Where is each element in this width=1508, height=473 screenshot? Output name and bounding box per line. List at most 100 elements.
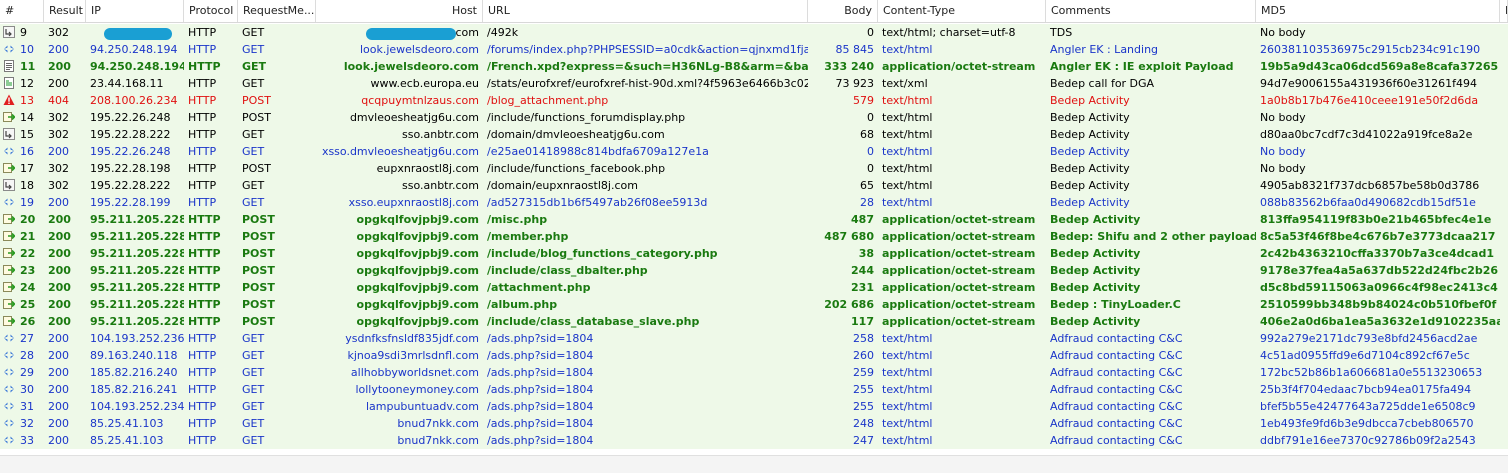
cell-host: xsso.dmvleoesheatjg6u.com xyxy=(321,145,479,158)
cell-body: 0 xyxy=(867,111,874,124)
cell-body: 255 xyxy=(853,400,874,413)
cell-host: look.jewelsdeoro.com xyxy=(359,43,479,56)
cell-num: 19 xyxy=(20,196,34,209)
cell-num: 16 xyxy=(20,145,34,158)
cell-url: /include/functions_forumdisplay.php xyxy=(487,111,686,124)
cell-url: /French.xpd?express=&such=H36NLg-B8&arm=… xyxy=(487,60,808,73)
column-header-host[interactable]: Host xyxy=(316,0,483,22)
cell-method: GET xyxy=(242,145,265,158)
cell-ctype: application/octet-stream xyxy=(882,298,1036,311)
cell-body: 68 xyxy=(860,128,874,141)
cell-result: 302 xyxy=(48,111,69,124)
table-row[interactable]: 10 200 94.250.248.194 HTTP GET look.jewelsdeo… xyxy=(0,41,1508,58)
cell-comments: Adfraud contacting C&C xyxy=(1050,417,1183,430)
cell-ctype: text/html xyxy=(882,162,933,175)
cell-url: /include/class_dbalter.php xyxy=(487,264,648,277)
table-row[interactable]: 28 200 89.163.240.118 HTTP GET kjnoa9sdi3mrls… xyxy=(0,347,1508,364)
column-header-md5[interactable]: MD5 xyxy=(1256,0,1500,22)
cell-result: 200 xyxy=(48,196,69,209)
table-row[interactable]: 27 200 104.193.252.236 HTTP GET ysdnfksfnsldf… xyxy=(0,330,1508,347)
table-row[interactable]: 13 404 208.100.26.234 HTTP POST qcqpuymtnlzau… xyxy=(0,92,1508,109)
table-row[interactable]: 12 200 23.44.168.11 HTTP GET www.ecb.europa.e… xyxy=(0,75,1508,92)
table-row[interactable]: 24 200 95.211.205.228 HTTP POST opgkqlfovjpbj… xyxy=(0,279,1508,296)
cell-body: 260 xyxy=(853,349,874,362)
cell-comments: Bedep Activity xyxy=(1050,179,1130,192)
column-header-body[interactable]: Body xyxy=(808,0,878,22)
column-header-url[interactable]: URL xyxy=(483,0,808,22)
column-header-f[interactable]: F xyxy=(1500,0,1508,22)
cell-result: 200 xyxy=(48,400,69,413)
cell-num: 33 xyxy=(20,434,34,447)
table-row[interactable]: 19 200 195.22.28.199 HTTP GET xsso.eupxnraost… xyxy=(0,194,1508,211)
cell-md5: ddbf791e16ee7370c92786b09f2a2543 xyxy=(1260,434,1476,447)
cell-host: opgkqlfovjpbj9.com xyxy=(356,230,479,243)
cell-protocol: HTTP xyxy=(188,247,221,260)
table-row[interactable]: 22 200 95.211.205.228 HTTP POST opgkqlfovjpbj… xyxy=(0,245,1508,262)
column-header-result[interactable]: Result xyxy=(44,0,86,22)
table-row[interactable]: 29 200 185.82.216.240 HTTP GET allhobbyworlds… xyxy=(0,364,1508,381)
cell-ctype: application/octet-stream xyxy=(882,281,1036,294)
cell-ip: 95.211.205.228 xyxy=(90,247,184,260)
cell-md5: 172bc52b86b1a606681a0e5513230653 xyxy=(1260,366,1483,379)
table-row[interactable]: 17 302 195.22.28.198 HTTP POST eupxnraostl8j.… xyxy=(0,160,1508,177)
cell-host: opgkqlfovjpbj9.com xyxy=(356,213,479,226)
sessions-grid[interactable]: # Result IP Protocol RequestMe... Host URL Body… xyxy=(0,0,1508,473)
cell-host: www.ecb.europa.eu xyxy=(370,77,479,90)
table-row[interactable]: 31 200 104.193.252.234 HTTP GET lampubuntuadv… xyxy=(0,398,1508,415)
post-icon xyxy=(3,315,16,327)
cell-ip: 195.22.28.222 xyxy=(90,179,171,192)
cell-result: 200 xyxy=(48,213,71,226)
cell-protocol: HTTP xyxy=(188,230,221,243)
cell-result: 200 xyxy=(48,298,71,311)
column-header-num[interactable]: # xyxy=(0,0,44,22)
table-row[interactable]: 21 200 95.211.205.228 HTTP POST opgkqlfovjpbj… xyxy=(0,228,1508,245)
post-icon xyxy=(3,264,16,276)
column-header-ip[interactable]: IP xyxy=(86,0,184,22)
cell-md5: 4c51ad0955ffd9e6d7104c892cf67e5c xyxy=(1260,349,1470,362)
table-row[interactable]: 32 200 85.25.41.103 HTTP GET bnud7nkk.com/ads… xyxy=(0,415,1508,432)
html-icon xyxy=(3,434,15,446)
cell-result: 302 xyxy=(48,128,69,141)
cell-result: 200 xyxy=(48,417,69,430)
cell-ip: 195.22.28.199 xyxy=(90,196,171,209)
cell-num: 32 xyxy=(20,417,34,430)
cell-method: POST xyxy=(242,281,275,294)
table-row[interactable]: 9 302 HTTP GET .com/492k 0 text/html; charset=… xyxy=(0,24,1508,41)
cell-num: 23 xyxy=(20,264,36,277)
cell-url: /include/class_database_slave.php xyxy=(487,315,700,328)
table-row[interactable]: 23 200 95.211.205.228 HTTP POST opgkqlfovjpbj… xyxy=(0,262,1508,279)
cell-result: 200 xyxy=(48,247,71,260)
column-header-ctype[interactable]: Content-Type xyxy=(878,0,1046,22)
cell-ip: 94.250.248.194 xyxy=(90,60,184,73)
table-row[interactable]: 25 200 95.211.205.228 HTTP POST opgkqlfovjpbj… xyxy=(0,296,1508,313)
table-row[interactable]: 16 200 195.22.26.248 HTTP GET xsso.dmvleoeshe… xyxy=(0,143,1508,160)
cell-host: lampubuntuadv.com xyxy=(365,400,479,413)
table-row[interactable]: 30 200 185.82.216.241 HTTP GET lollytooneymon… xyxy=(0,381,1508,398)
cell-method: GET xyxy=(242,196,265,209)
table-row[interactable]: 15 302 195.22.28.222 HTTP GET sso.anbtr.com/d… xyxy=(0,126,1508,143)
cell-protocol: HTTP xyxy=(188,179,217,192)
cell-ip: 104.193.252.236 xyxy=(90,332,184,345)
cell-url: /forums/index.php?PHPSESSID=a0cdk&action… xyxy=(487,43,808,56)
table-row[interactable]: 33 200 85.25.41.103 HTTP GET bnud7nkk.com/ads… xyxy=(0,432,1508,449)
column-header-protocol[interactable]: Protocol xyxy=(184,0,238,22)
cell-body: 0 xyxy=(867,26,874,39)
horizontal-scrollbar[interactable] xyxy=(0,455,1508,473)
cell-ip: 208.100.26.234 xyxy=(90,94,178,107)
table-row[interactable]: 18 302 195.22.28.222 HTTP GET sso.anbtr.com/d… xyxy=(0,177,1508,194)
cell-host: qcqpuymtnlzaus.com xyxy=(361,94,479,107)
cell-ip: 95.211.205.228 xyxy=(90,230,184,243)
table-row[interactable]: 11 200 94.250.248.194 HTTP GET look.jewelsdeo… xyxy=(0,58,1508,75)
column-header-comments[interactable]: Comments xyxy=(1046,0,1256,22)
cell-num: 28 xyxy=(20,349,34,362)
cell-ip: 195.22.28.222 xyxy=(90,128,171,141)
cell-md5: 1a0b8b17b476e410ceee191e50f2d6da xyxy=(1260,94,1479,107)
table-row[interactable]: 26 200 95.211.205.228 HTTP POST opgkqlfovjpbj… xyxy=(0,313,1508,330)
table-row[interactable]: 14 302 195.22.26.248 HTTP POST dmvleoesheatjg… xyxy=(0,109,1508,126)
cell-md5: 9178e37fea4a5a637db522d24fbc2b26 xyxy=(1260,264,1499,277)
cell-url: /ads.php?sid=1804 xyxy=(487,400,594,413)
redaction-mark xyxy=(366,28,456,40)
table-row[interactable]: 20 200 95.211.205.228 HTTP POST opgkqlfovjpbj… xyxy=(0,211,1508,228)
column-header-method[interactable]: RequestMe... xyxy=(238,0,316,22)
cell-url: /stats/eurofxref/eurofxref-hist-90d.xml?… xyxy=(487,77,808,90)
